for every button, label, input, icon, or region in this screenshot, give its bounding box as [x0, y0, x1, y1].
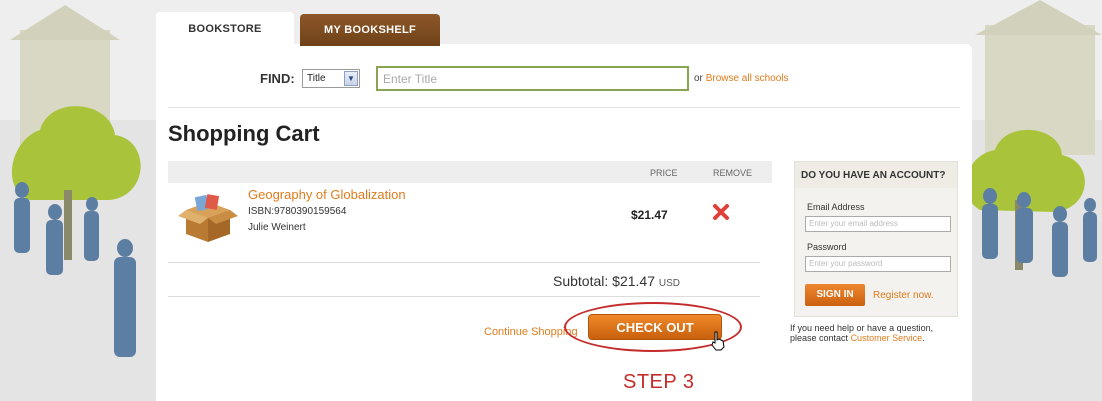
customer-service-link[interactable]: Customer Service: [851, 333, 923, 343]
account-box: DO YOU HAVE AN ACCOUNT? Email Address En…: [794, 161, 958, 317]
or-text: or: [694, 73, 703, 84]
password-label: Password: [807, 242, 847, 252]
price-column-header: PRICE: [650, 168, 678, 178]
tab-my-bookshelf[interactable]: MY BOOKSHELF: [300, 14, 440, 46]
remove-column-header: REMOVE: [713, 168, 753, 178]
password-placeholder: Enter your password: [809, 259, 883, 268]
subtotal-label: Subtotal:: [553, 273, 609, 289]
email-field[interactable]: Enter your email address: [805, 216, 951, 232]
email-label: Email Address: [807, 202, 865, 212]
subtotal-value: $21.47: [612, 273, 655, 289]
help-text: If you need help or have a question, ple…: [790, 323, 962, 343]
password-field[interactable]: Enter your password: [805, 256, 951, 272]
item-title-link[interactable]: Geography of Globalization: [248, 187, 406, 202]
divider: [168, 262, 760, 263]
account-heading: DO YOU HAVE AN ACCOUNT?: [795, 162, 957, 188]
book-box-icon: [178, 194, 238, 242]
divider: [168, 296, 760, 297]
page-title: Shopping Cart: [168, 121, 320, 146]
tab-bookstore[interactable]: BOOKSTORE: [156, 12, 294, 46]
browse-all-schools-link[interactable]: Browse all schools: [706, 73, 789, 84]
dropdown-arrow-icon[interactable]: ▼: [344, 71, 358, 86]
item-price: $21.47: [631, 208, 668, 222]
divider: [168, 107, 960, 108]
subtotal: Subtotal: $21.47 USD: [553, 273, 680, 289]
cart-header-row: PRICE REMOVE: [168, 161, 772, 183]
find-label: FIND:: [260, 71, 295, 86]
search-type-value: Title: [307, 73, 326, 84]
item-author: Julie Weinert: [248, 222, 306, 233]
item-isbn: ISBN:9780390159564: [248, 206, 347, 217]
search-input[interactable]: Enter Title: [376, 66, 689, 91]
subtotal-currency: USD: [658, 278, 680, 289]
search-type-select[interactable]: Title ▼: [302, 69, 360, 88]
remove-x-icon[interactable]: [712, 203, 730, 221]
email-placeholder: Enter your email address: [809, 219, 898, 228]
search-placeholder: Enter Title: [383, 72, 438, 86]
sign-in-button[interactable]: SIGN IN: [805, 284, 865, 306]
search-bar: FIND: Title ▼ Enter Title or Browse all …: [156, 66, 972, 92]
help-end: .: [922, 333, 925, 343]
register-now-link[interactable]: Register now.: [873, 290, 934, 301]
browse-text: or Browse all schools: [694, 73, 789, 84]
step-annotation: STEP 3: [623, 371, 695, 393]
hand-cursor-icon: [711, 331, 725, 351]
main-panel: FIND: Title ▼ Enter Title or Browse all …: [156, 44, 972, 401]
